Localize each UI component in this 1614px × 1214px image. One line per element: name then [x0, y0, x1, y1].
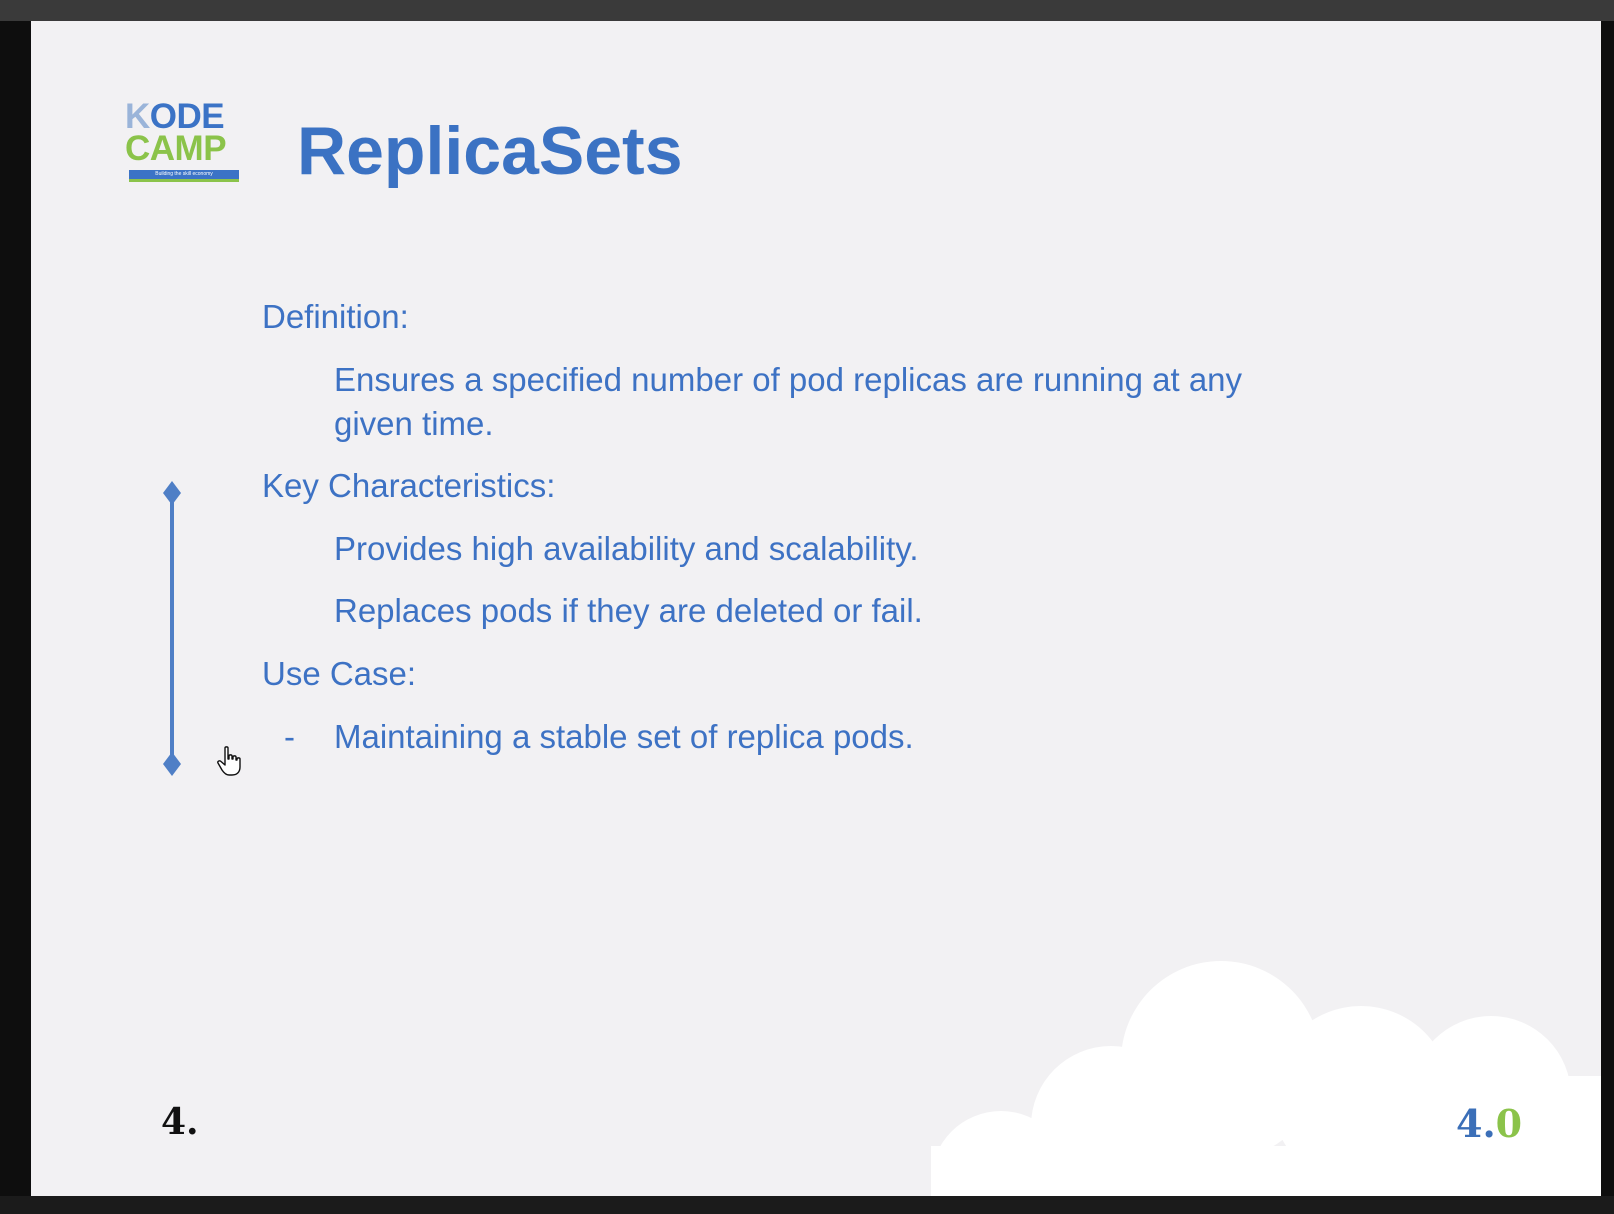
use-case-item: Maintaining a stable set of replica pods…: [334, 718, 914, 755]
slide-title: ReplicaSets: [297, 113, 683, 189]
timeline-connector-icon: [163, 481, 181, 776]
characteristic-item-replace: Replaces pods if they are deleted or fai…: [334, 592, 923, 629]
hand-pointer-cursor-icon: [217, 746, 241, 776]
logo-word-camp: CAMP: [125, 129, 227, 168]
definition-text-line1: Ensures a specified number of pod replic…: [334, 361, 1243, 398]
presentation-slide: KODE CAMP Building the skill economy Rep…: [31, 21, 1601, 1196]
characteristics-heading: Key Characteristics:: [262, 467, 556, 504]
kodecamp-logo: KODE CAMP Building the skill economy: [125, 99, 241, 199]
definition-heading: Definition:: [262, 298, 409, 335]
window-top-bar: [0, 0, 1614, 21]
window-bottom-bar: [0, 1196, 1614, 1214]
version-badge: 4.0: [1456, 1101, 1522, 1146]
version-tail: 0: [1495, 1101, 1523, 1146]
use-case-heading: Use Case:: [262, 655, 417, 692]
logo-tagline: Building the skill economy: [129, 170, 239, 182]
characteristic-item-availability: Provides high availability and scalabili…: [334, 530, 919, 567]
use-case-bullet: -: [284, 718, 295, 755]
definition-text-line2: given time.: [334, 405, 494, 442]
cloud-decoration-icon: [931, 961, 1601, 1196]
version-main: 4.: [1456, 1101, 1496, 1146]
slide-number: 4.: [161, 1101, 199, 1143]
